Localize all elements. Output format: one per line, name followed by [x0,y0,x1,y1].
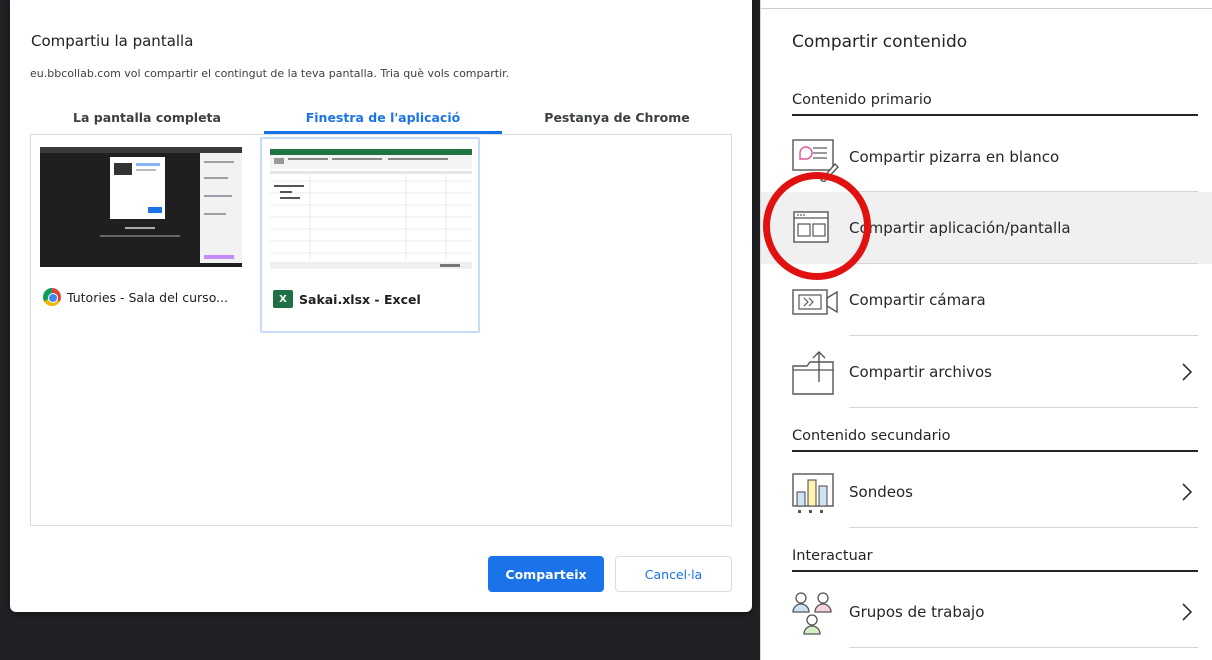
dialog-subtitle: eu.bbcollab.com vol compartir el conting… [30,67,510,80]
window-title: Sakai.xlsx - Excel [299,291,421,307]
window-label: Tutories - Sala del curso... [43,288,228,306]
window-item-tutories[interactable]: Tutories - Sala del curso... [32,137,252,333]
breakout-groups-icon [792,592,832,635]
window-title: Tutories - Sala del curso... [67,289,229,305]
share-camera-item[interactable]: Compartir cámara [761,264,1212,336]
share-tabs: La pantalla completa Finestra de l'aplic… [30,100,732,134]
polls-item[interactable]: Sondeos [761,456,1212,528]
cancel-button[interactable]: Cancel·la [615,556,732,592]
tab-application-window[interactable]: Finestra de l'aplicació [264,100,502,134]
section-primary: Contenido primario [792,92,1198,116]
whiteboard-icon [792,139,839,182]
breakout-groups-item[interactable]: Grupos de trabajo [761,576,1212,648]
window-list: Tutories - Sala del curso... X Sakai.xls… [30,134,732,526]
divider [849,647,1198,648]
breakout-groups-label: Grupos de trabajo [849,603,985,621]
dialog-title: Compartiu la pantalla [31,32,194,50]
application-window-icon [793,211,829,243]
share-application-screen-item[interactable]: Compartir aplicación/pantalla [761,192,1212,264]
window-thumbnail [270,149,472,269]
section-secondary: Contenido secundario [792,428,1198,452]
share-whiteboard-label: Compartir pizarra en blanco [849,148,1060,166]
window-label: X Sakai.xlsx - Excel [273,290,421,308]
share-button[interactable]: Comparteix [488,556,604,592]
window-thumbnail [40,147,242,267]
folder-upload-icon [792,351,834,395]
share-files-label: Compartir archivos [849,363,992,381]
share-files-item[interactable]: Compartir archivos [761,336,1212,408]
share-application-screen-label: Compartir aplicación/pantalla [849,219,1071,237]
panel-title: Compartir contenido [792,32,968,52]
window-item-sakai-excel[interactable]: X Sakai.xlsx - Excel [260,137,480,333]
chevron-right-icon [1182,363,1193,381]
share-content-panel: Compartir contenido Contenido primario C… [760,0,1212,660]
tab-entire-screen[interactable]: La pantalla completa [30,100,264,134]
camera-icon [792,289,838,315]
divider [849,527,1198,528]
chevron-right-icon [1182,483,1193,501]
tab-chrome-tab[interactable]: Pestanya de Chrome [502,100,732,134]
section-interact: Interactuar [792,548,1198,572]
excel-icon: X [273,290,293,308]
divider [849,407,1198,408]
polls-label: Sondeos [849,483,913,501]
chrome-icon [43,288,61,306]
poll-chart-icon [792,473,834,513]
share-camera-label: Compartir cámara [849,291,986,309]
share-screen-dialog: Compartiu la pantalla eu.bbcollab.com vo… [10,0,752,612]
chevron-right-icon [1182,603,1193,621]
share-whiteboard-item[interactable]: Compartir pizarra en blanco [761,122,1212,192]
divider [761,8,1212,9]
